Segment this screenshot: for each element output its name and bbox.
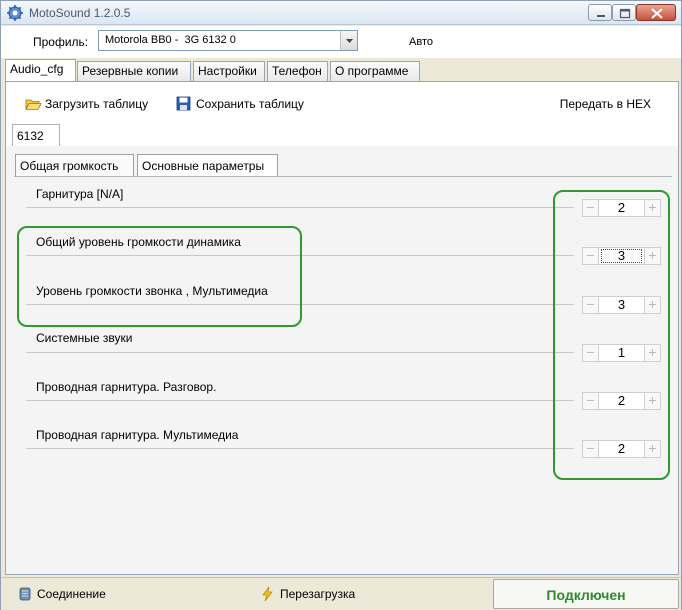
decrement-button[interactable]: −	[582, 344, 599, 362]
tab-label: Audio_cfg	[10, 62, 64, 76]
reboot-label: Перезагрузка	[280, 587, 356, 601]
separator	[26, 304, 574, 305]
separator	[26, 400, 574, 401]
connection-icon	[19, 587, 31, 601]
subtab-label: Основные параметры	[142, 159, 265, 173]
mode-label: Авто	[409, 36, 433, 48]
tab-label: Телефон	[272, 64, 322, 78]
subtab-general-volume[interactable]: Общая громкость	[15, 154, 134, 176]
param-label: Общий уровень громкости динамика	[36, 235, 241, 249]
load-table-label: Загрузить таблицу	[45, 97, 149, 111]
subtab-label: Общая громкость	[20, 159, 119, 173]
connection-label: Соединение	[37, 587, 106, 601]
increment-button[interactable]: +	[644, 247, 661, 265]
tab-content: Загрузить таблицу Сохранить таблицу Пере…	[5, 81, 679, 575]
tab-label: О программе	[335, 64, 409, 78]
subtab-main-params[interactable]: Основные параметры	[137, 154, 278, 176]
param-label: Проводная гарнитура. Разговор.	[36, 380, 217, 394]
decrement-button[interactable]: −	[582, 247, 599, 265]
spinner-value[interactable]: 2	[599, 440, 644, 458]
save-table-button[interactable]: Сохранить таблицу	[176, 96, 312, 113]
folder-open-icon	[25, 99, 42, 110]
spinner-value[interactable]: 1	[599, 344, 644, 362]
reboot-button[interactable]: Перезагрузка	[260, 586, 364, 603]
increment-button[interactable]: +	[644, 344, 661, 362]
param-row: Системные звуки − 1 +	[26, 321, 661, 369]
title-bar[interactable]: MotoSound 1.2.0.5	[1, 1, 681, 25]
close-button[interactable]	[636, 4, 676, 21]
sub-area: Общая громкость Основные параметры Гарни…	[6, 146, 678, 574]
value-spinner[interactable]: − 3 +	[582, 247, 662, 265]
decrement-button[interactable]: −	[582, 440, 599, 458]
lightning-icon	[262, 586, 273, 602]
param-row: Гарнитура [N/A] − 2 +	[26, 177, 661, 225]
param-label: Проводная гарнитура. Мультимедиа	[36, 428, 239, 442]
param-row: Проводная гарнитура. Мультимедиа − 2 +	[26, 417, 661, 465]
increment-button[interactable]: +	[644, 440, 661, 458]
profile-bar: Профиль: Motorola BB0 - 3G 6132 0 Авто	[1, 26, 681, 58]
window-title: MotoSound 1.2.0.5	[29, 6, 131, 20]
tab-label: Настройки	[198, 64, 257, 78]
profile-label: Профиль:	[33, 35, 89, 49]
separator	[26, 352, 574, 353]
connection-status-panel: Подключен	[493, 579, 679, 609]
gear-icon	[7, 5, 23, 21]
param-label: Уровень громкости звонка , Мультимедиа	[36, 284, 268, 298]
value-spinner[interactable]: − 2 +	[582, 440, 662, 458]
tab-about[interactable]: О программе	[330, 61, 420, 81]
profile-select[interactable]: Motorola BB0 - 3G 6132 0	[98, 30, 358, 51]
spinner-value[interactable]: 3	[599, 247, 644, 265]
params-panel: Гарнитура [N/A] − 2 + Общий уровень гром…	[14, 176, 672, 572]
decrement-button[interactable]: −	[582, 392, 599, 410]
spinner-value[interactable]: 2	[599, 199, 644, 217]
value-spinner[interactable]: − 1 +	[582, 344, 662, 362]
connection-status-text: Подключен	[546, 587, 626, 603]
tab-settings[interactable]: Настройки	[193, 61, 265, 81]
status-bar: Соединение Перезагрузка Подключен	[1, 577, 681, 610]
increment-button[interactable]: +	[644, 392, 661, 410]
connection-button[interactable]: Соединение	[17, 587, 117, 603]
maximize-button[interactable]	[612, 4, 636, 21]
separator	[26, 207, 574, 208]
send-hex-button[interactable]: Передать в HEX	[560, 97, 651, 111]
param-label: Гарнитура [N/A]	[36, 187, 124, 201]
tab-label: Резервные копии	[82, 64, 179, 78]
load-table-button[interactable]: Загрузить таблицу	[25, 97, 160, 113]
chevron-down-icon[interactable]	[340, 31, 357, 50]
value-spinner[interactable]: − 2 +	[582, 392, 662, 410]
value-spinner[interactable]: − 2 +	[582, 199, 662, 217]
app-window: MotoSound 1.2.0.5 Профиль: Motorola BB0 …	[0, 0, 682, 610]
model-tab[interactable]: 6132	[12, 124, 60, 146]
param-row: Уровень громкости звонка , Мультимедиа −…	[26, 273, 661, 321]
increment-button[interactable]: +	[644, 296, 661, 314]
tab-backups[interactable]: Резервные копии	[77, 61, 191, 81]
profile-selected-value: Motorola BB0 - 3G 6132 0	[105, 34, 236, 46]
param-label: Системные звуки	[36, 331, 133, 345]
param-row: Проводная гарнитура. Разговор. − 2 +	[26, 369, 661, 417]
tab-phone[interactable]: Телефон	[267, 61, 328, 81]
decrement-button[interactable]: −	[582, 199, 599, 217]
tab-audio-cfg[interactable]: Audio_cfg	[5, 59, 76, 82]
minimize-button[interactable]	[588, 4, 612, 21]
value-spinner[interactable]: − 3 +	[582, 296, 662, 314]
spinner-value[interactable]: 2	[599, 392, 644, 410]
floppy-disk-icon	[176, 96, 191, 111]
increment-button[interactable]: +	[644, 199, 661, 217]
param-row: Общий уровень громкости динамика − 3 +	[26, 225, 661, 273]
save-table-label: Сохранить таблицу	[196, 97, 304, 111]
separator	[26, 255, 574, 256]
separator	[26, 448, 574, 449]
decrement-button[interactable]: −	[582, 296, 599, 314]
spinner-value[interactable]: 3	[599, 296, 644, 314]
